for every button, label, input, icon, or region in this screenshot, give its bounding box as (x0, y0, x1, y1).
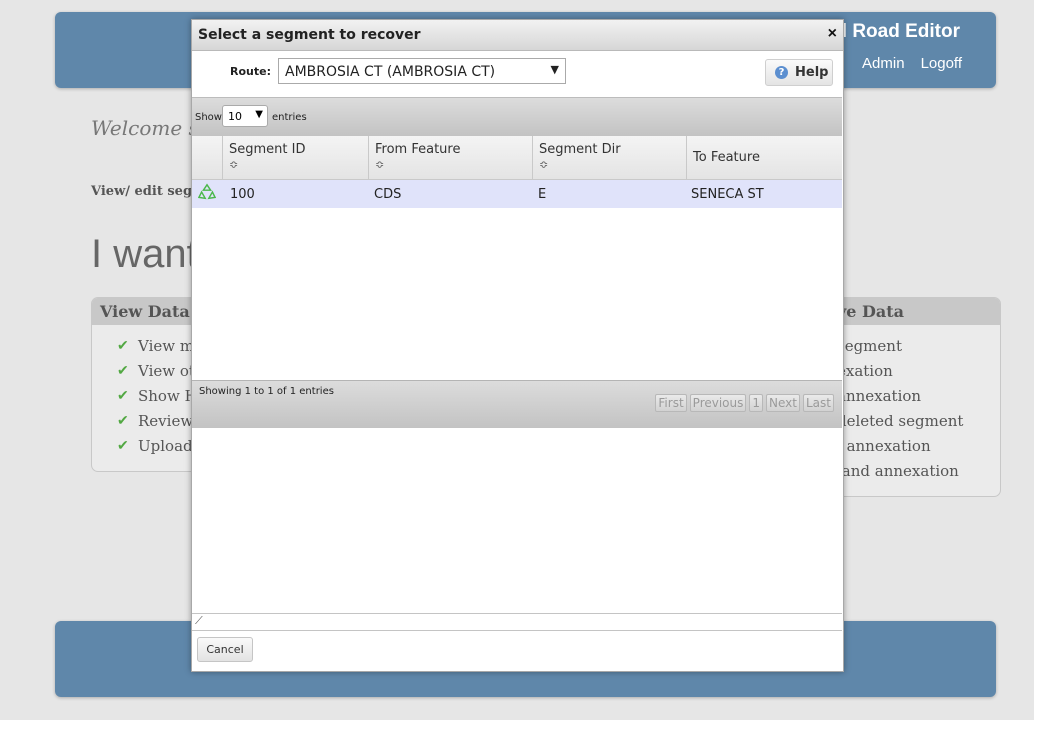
checkmark-icon: ✔ (117, 338, 129, 354)
first-page-button[interactable]: First (655, 394, 687, 412)
entries-label: entries (272, 112, 307, 123)
checkmark-icon: ✔ (117, 413, 129, 429)
table-row[interactable]: 100 CDS E SENECA ST (192, 180, 842, 208)
cell-segment-dir: E (538, 187, 547, 202)
page-heading: I want (91, 232, 198, 276)
dialog-title: Select a segment to recover (198, 27, 421, 43)
entries-per-page-select[interactable]: 10 ▼ (222, 105, 268, 127)
column-header-segment-id[interactable]: Segment ID ≎ (222, 136, 368, 179)
dialog-titlebar[interactable]: Select a segment to recover × (192, 20, 843, 51)
show-label: Show (195, 112, 222, 123)
pagination: First Previous 1 Next Last (655, 394, 834, 412)
app-title: l Road Editor (841, 21, 960, 42)
route-select-value: AMBROSIA CT (AMBROSIA CT) (285, 64, 496, 80)
grid-toolbar: Show 10 ▼ entries (192, 97, 842, 137)
help-button-label: Help (795, 65, 829, 80)
column-header-from-feature[interactable]: From Feature ≎ (368, 136, 532, 179)
cell-to-feature: SENECA ST (691, 187, 764, 202)
cell-from-feature: CDS (374, 187, 402, 202)
sort-icon: ≎ (539, 158, 549, 171)
help-button[interactable]: ? Help (765, 59, 833, 86)
recover-segment-dialog: Select a segment to recover × Route: AMB… (191, 19, 844, 672)
view-edit-link[interactable]: View/ edit segm (91, 184, 206, 199)
resize-grip-icon[interactable]: ⟋ (195, 615, 203, 628)
column-header-segment-dir[interactable]: Segment Dir ≎ (532, 136, 686, 179)
route-label: Route: (230, 65, 271, 78)
cancel-button[interactable]: Cancel (197, 637, 253, 662)
recycle-icon[interactable] (198, 183, 216, 201)
cell-segment-id: 100 (230, 187, 255, 202)
grid-footer: Showing 1 to 1 of 1 entries First Previo… (192, 380, 842, 428)
help-icon: ? (775, 66, 788, 79)
checkmark-icon: ✔ (117, 438, 129, 454)
resize-bar: ⟋ (192, 613, 842, 631)
page-1-button[interactable]: 1 (749, 394, 764, 412)
table-header: Segment ID ≎ From Feature ≎ Segment Dir … (192, 136, 842, 180)
entries-select-value: 10 (228, 110, 242, 123)
previous-page-button[interactable]: Previous (689, 394, 747, 412)
admin-link[interactable]: Admin (862, 55, 905, 72)
next-page-button[interactable]: Next (766, 394, 800, 412)
close-icon[interactable]: × (828, 25, 837, 43)
checkmark-icon: ✔ (117, 388, 129, 404)
column-header-action (192, 136, 222, 179)
last-page-button[interactable]: Last (803, 394, 834, 412)
header-links: Admin Logoff (862, 55, 962, 72)
chevron-down-icon: ▼ (255, 109, 263, 120)
showing-entries-text: Showing 1 to 1 of 1 entries (199, 386, 334, 397)
chevron-down-icon: ▼ (550, 63, 559, 76)
sort-icon: ≎ (375, 158, 385, 171)
column-header-to-feature[interactable]: To Feature (686, 136, 842, 179)
logoff-link[interactable]: Logoff (921, 55, 962, 72)
sort-icon: ≎ (229, 158, 239, 171)
checkmark-icon: ✔ (117, 363, 129, 379)
route-select[interactable]: AMBROSIA CT (AMBROSIA CT) ▼ (278, 58, 566, 84)
